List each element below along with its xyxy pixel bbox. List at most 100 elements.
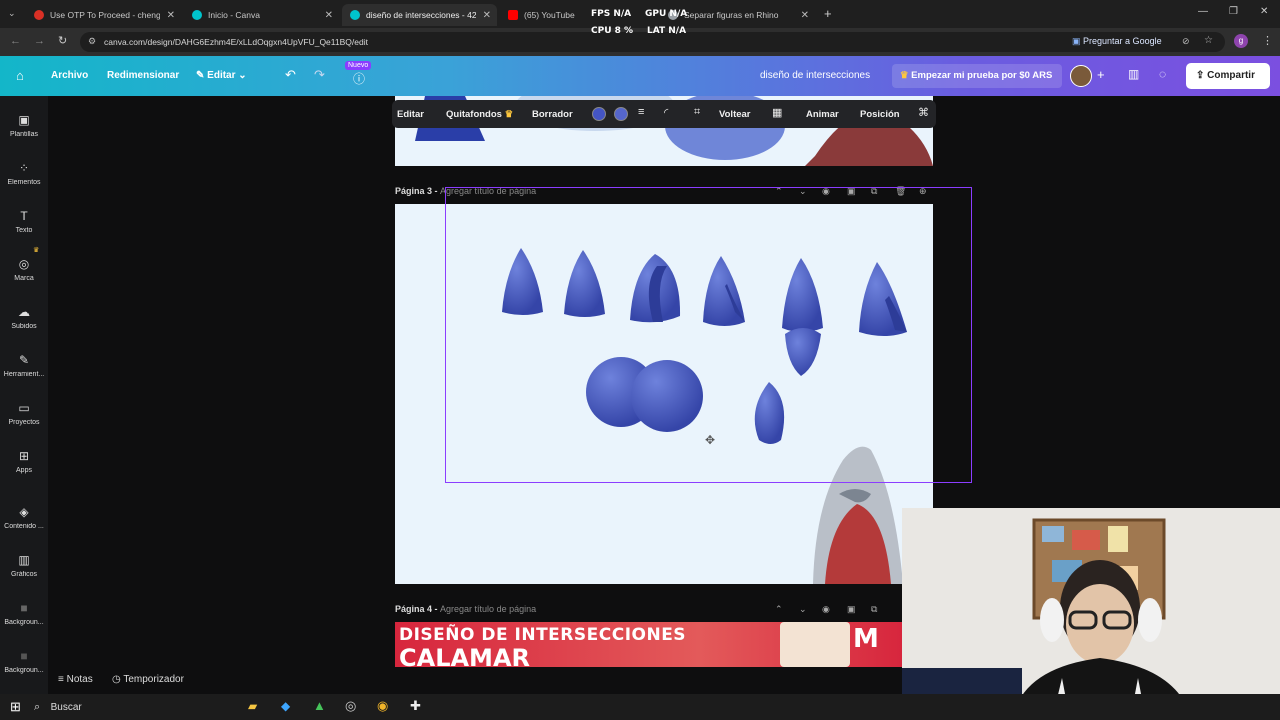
close-icon[interactable]: ✕ — [483, 10, 491, 21]
page-4-title: DISEÑO DE INTERSECCIONES — [399, 625, 687, 645]
sidebar-item-tools[interactable]: ✎ Herramient... — [0, 352, 48, 378]
move-page-up-icon[interactable]: ⌃ — [775, 604, 783, 615]
sidebar-item-uploads[interactable]: ☁ Subidos — [0, 304, 48, 330]
forward-icon[interactable]: → — [34, 35, 45, 47]
templates-icon: ▣ — [18, 113, 30, 127]
file-menu[interactable]: Archivo — [51, 70, 88, 81]
canva-icon — [350, 10, 360, 20]
transparency-icon[interactable]: ▦ — [772, 106, 782, 119]
edit-image-button[interactable]: Editar — [397, 109, 424, 120]
resize-menu[interactable]: Redimensionar — [107, 70, 179, 81]
trial-button[interactable]: ♛ Empezar mi prueba por $0 ARS — [892, 64, 1062, 88]
tab-otp[interactable]: Use OTP To Proceed - chengon... ✕ — [26, 4, 181, 26]
animate-button[interactable]: Animar — [806, 109, 839, 120]
close-icon[interactable]: ✕ — [167, 10, 175, 21]
eye-off-icon[interactable]: ⊘ — [1182, 36, 1190, 47]
share-icon: ⇪ — [1196, 70, 1205, 81]
sidebar-item-brand[interactable]: ◎ Marca — [0, 256, 48, 282]
app-icon-4[interactable]: ✚ — [410, 698, 421, 714]
site-info-icon[interactable]: ⚙ — [88, 36, 96, 47]
crown-icon: ♛ — [33, 247, 40, 254]
bg-remover-button[interactable]: Quitafondos ♛ — [446, 109, 513, 120]
edit-menu[interactable]: ✎ Editar ⌄ — [196, 70, 247, 81]
app-icon-1[interactable]: ◆ — [281, 699, 290, 713]
share-button[interactable]: ⇪ Compartir — [1186, 63, 1270, 89]
close-window-icon[interactable]: ✕ — [1260, 6, 1268, 17]
app-icon-3[interactable]: ◎ — [345, 698, 356, 714]
search-icon: ⌕ — [34, 701, 41, 713]
text-icon: T — [20, 209, 28, 223]
reload-icon[interactable]: ↻ — [58, 34, 67, 47]
taskbar-search[interactable]: ⌕ Buscar — [34, 697, 224, 717]
tab-canva-design[interactable]: diseño de intersecciones - 420 ✕ — [342, 4, 497, 26]
address-bar-row: ← → ↻ ⚙ canva.com/design/DAHG6Ezhm4E/xLL… — [0, 26, 1280, 56]
corner-rounding-icon[interactable]: ◜ — [664, 106, 668, 119]
crop-icon[interactable]: ⌗ — [694, 106, 700, 119]
sidebar-item-content[interactable]: ◈ Contenido ... — [0, 504, 48, 530]
sidebar-item-charts[interactable]: ▥ Gráficos — [0, 552, 48, 578]
sidebar-item-background-2[interactable]: ■ Backgroun... — [0, 648, 48, 674]
home-icon[interactable]: ⌂ — [16, 68, 24, 83]
undo-icon[interactable]: ↶ — [285, 67, 296, 83]
gpu-readout: GPU N/A — [645, 9, 688, 19]
analytics-icon[interactable]: ▥ — [1128, 67, 1139, 81]
close-icon[interactable]: ✕ — [801, 10, 809, 21]
redo-icon[interactable]: ↷ — [314, 67, 325, 83]
profile-avatar[interactable]: g — [1234, 34, 1248, 48]
eraser-button[interactable]: Borrador — [532, 109, 573, 120]
flip-button[interactable]: Voltear — [719, 109, 751, 120]
position-button[interactable]: Posición — [860, 109, 900, 120]
sidebar-item-projects[interactable]: ▭ Proyectos — [0, 400, 48, 426]
menu-kebab-icon[interactable]: ⋮ — [1262, 34, 1273, 47]
sidebar-item-elements[interactable]: ⁘ Elementos — [0, 160, 48, 186]
sidebar-item-background-1[interactable]: ■ Backgroun... — [0, 600, 48, 626]
tab-youtube[interactable]: (65) YouTube — [500, 4, 590, 26]
comments-icon[interactable]: ◌ — [1159, 67, 1166, 81]
brand-icon: ◎ — [18, 257, 30, 271]
page-4-header[interactable]: Página 4 - Agregar título de página — [395, 604, 536, 614]
restore-icon[interactable]: ❐ — [1229, 6, 1238, 17]
user-avatar[interactable] — [1070, 65, 1092, 87]
timer-button[interactable]: ◷ Temporizador — [112, 674, 184, 685]
add-people-icon[interactable]: + — [1097, 67, 1105, 82]
lock-page-icon[interactable]: ▣ — [847, 604, 856, 615]
canva-icon — [192, 10, 202, 20]
sidebar-item-text[interactable]: T Texto — [0, 208, 48, 234]
notes-button[interactable]: ≡ Notas — [58, 674, 93, 685]
sync-status-icon[interactable]: ⓘ — [353, 70, 365, 87]
file-explorer-icon[interactable]: ▰ — [248, 699, 257, 713]
document-title[interactable]: diseño de intersecciones — [760, 70, 870, 81]
back-icon[interactable]: ← — [10, 35, 21, 47]
hide-page-icon[interactable]: ◉ — [822, 604, 830, 615]
gmail-icon — [34, 10, 44, 20]
move-page-down-icon[interactable]: ⌄ — [799, 604, 807, 615]
background-thumb-icon: ■ — [20, 649, 28, 663]
page-4-canvas[interactable]: DISEÑO DE INTERSECCIONES CALAMAR M — [395, 622, 902, 667]
tab-canva-home[interactable]: Inicio - Canva ✕ — [184, 4, 339, 26]
sidebar-item-apps[interactable]: ⊞ Apps — [0, 448, 48, 474]
upload-cloud-icon: ☁ — [18, 305, 30, 319]
ask-google-button[interactable]: ▣ Preguntar a Google — [1072, 36, 1162, 47]
bookmark-star-icon[interactable]: ☆ — [1204, 35, 1213, 46]
windows-start-icon[interactable]: ⊞ — [10, 699, 21, 715]
crown-icon: ♛ — [900, 70, 909, 81]
url-text[interactable]: canva.com/design/DAHG6Ezhm4E/xLLdOqgxn4U… — [104, 37, 368, 47]
canva-sidebar: ▣ Plantillas ⁘ Elementos T Texto ♛ ◎ Mar… — [0, 96, 48, 694]
sidebar-item-templates[interactable]: ▣ Plantillas — [0, 112, 48, 138]
app-icon-2[interactable]: ▲ — [313, 698, 326, 713]
close-icon[interactable]: ✕ — [325, 10, 333, 21]
tab-search-icon[interactable]: ⌄ — [8, 8, 16, 19]
new-tab-button[interactable]: + — [824, 6, 832, 21]
duplicate-page-icon[interactable]: ⧉ — [871, 604, 877, 615]
context-toolbar: Editar Quitafondos ♛ Borrador ≡ ◜ ⌗ Volt… — [392, 100, 936, 128]
squid-image — [780, 622, 850, 667]
minimize-icon[interactable]: — — [1198, 6, 1208, 17]
color-swatch-2[interactable] — [614, 107, 628, 121]
paint-format-icon[interactable]: ⌘ — [918, 106, 929, 119]
color-swatch-1[interactable] — [592, 107, 606, 121]
page-4-title-input[interactable]: Agregar título de página — [440, 604, 536, 614]
apps-grid-icon: ⊞ — [18, 449, 30, 463]
border-style-icon[interactable]: ≡ — [638, 106, 644, 118]
bottom-controls: ≡ Notas ◷ Temporizador — [48, 670, 368, 692]
chrome-icon[interactable]: ◉ — [377, 698, 388, 714]
